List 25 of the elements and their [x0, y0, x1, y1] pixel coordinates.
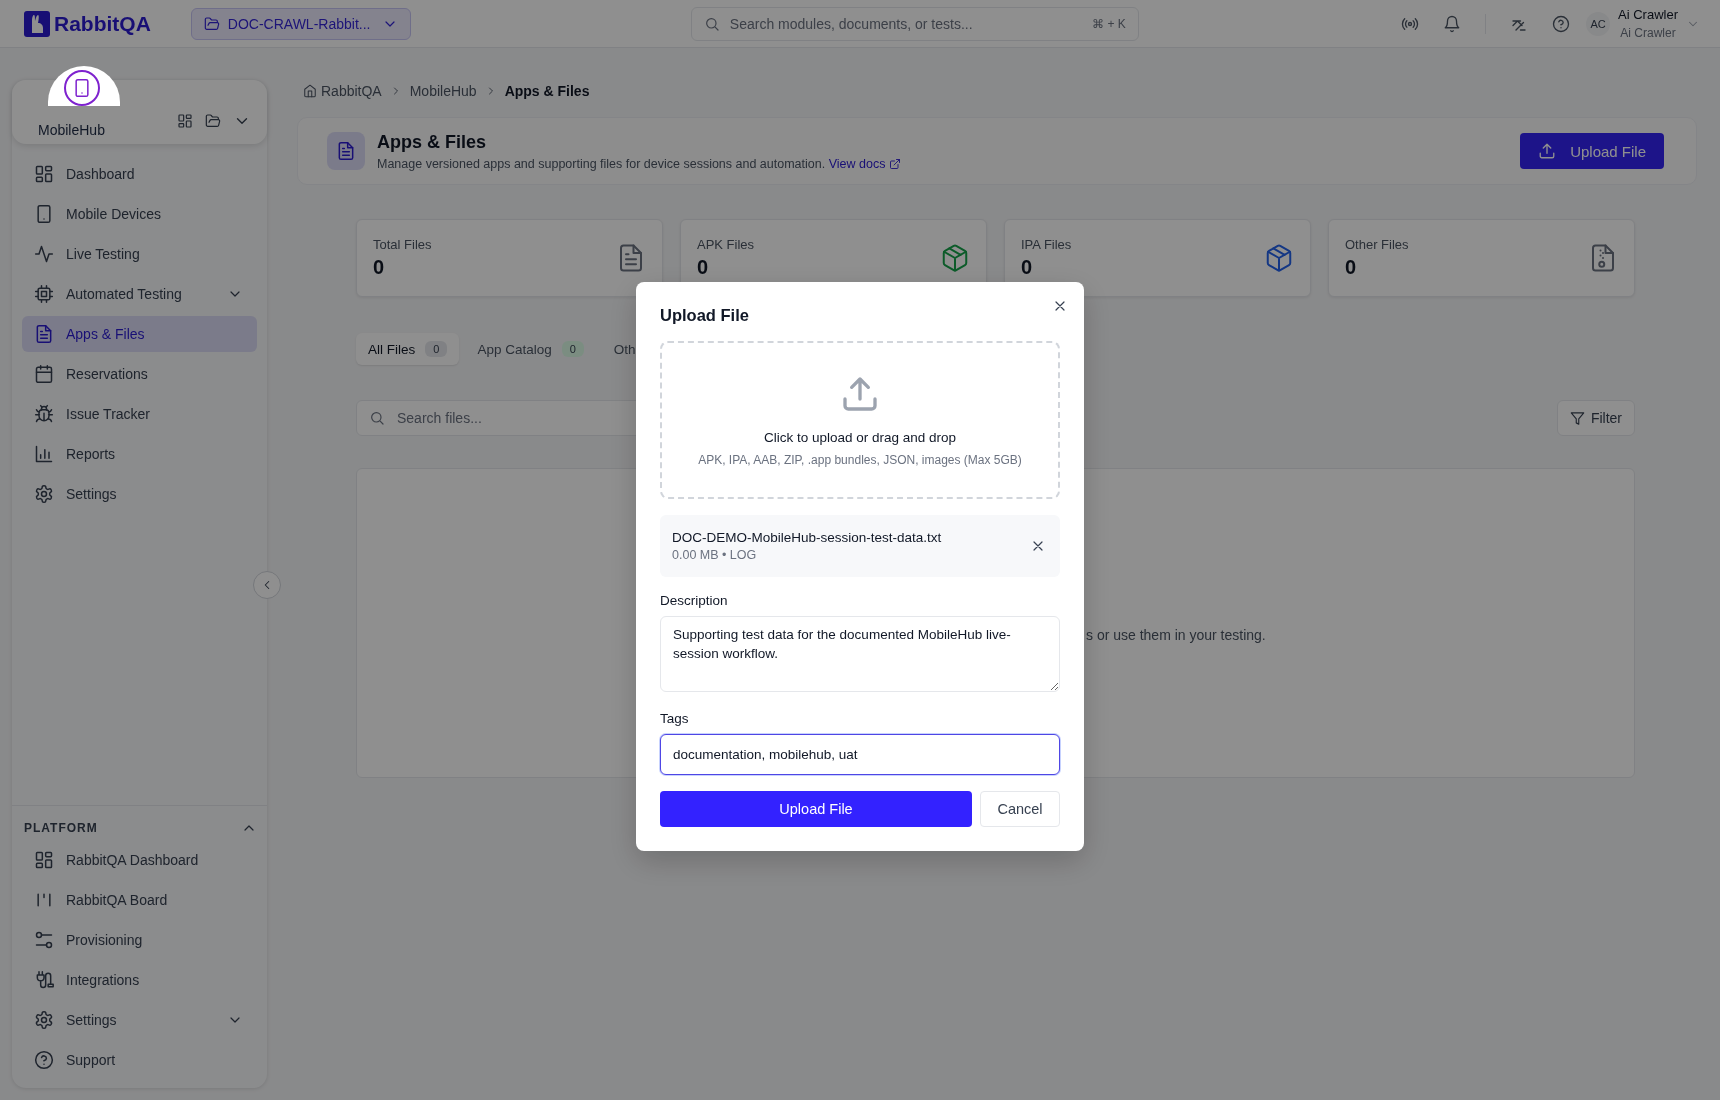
count-badge: 0	[425, 341, 448, 357]
drop-zone-hint: APK, IPA, AAB, ZIP, .app bundles, JSON, images (Max 5GB)	[698, 452, 1022, 467]
user-name: Ai Crawler	[1618, 5, 1678, 24]
stat-value: 0	[697, 256, 710, 279]
empty-state-text: s or use them in your testing.	[1086, 627, 1266, 643]
stat-label: Total Files	[373, 237, 432, 252]
stat-label: APK Files	[697, 237, 755, 252]
file-meta: 0.00 MB • LOG	[672, 548, 758, 562]
app-logo-text: RabbitQA	[54, 11, 151, 36]
file-name: DOC-DEMO-MobileHub-session-test-data.txt	[672, 530, 942, 545]
stat-value: 0	[373, 256, 386, 279]
breadcrumb-current: Apps & Files	[504, 83, 590, 99]
page-title: Apps & Files	[377, 131, 488, 153]
module-name: MobileHub	[38, 122, 105, 138]
stat-label: Other Files	[1345, 237, 1409, 252]
dialog-title: Upload File	[660, 306, 750, 325]
stat-value: 0	[1021, 256, 1034, 279]
user-role: Ai Crawler	[1620, 24, 1676, 42]
count-badge: 0	[561, 341, 584, 357]
page-description: Manage versioned apps and supporting files for device sessions and automation.	[377, 156, 827, 171]
stat-label: IPA Files	[1021, 237, 1072, 252]
section-heading: PLATFORM	[24, 821, 98, 835]
stat-value: 0	[1345, 256, 1358, 279]
field-label: Description	[660, 593, 729, 608]
field-label: Tags	[660, 711, 690, 726]
